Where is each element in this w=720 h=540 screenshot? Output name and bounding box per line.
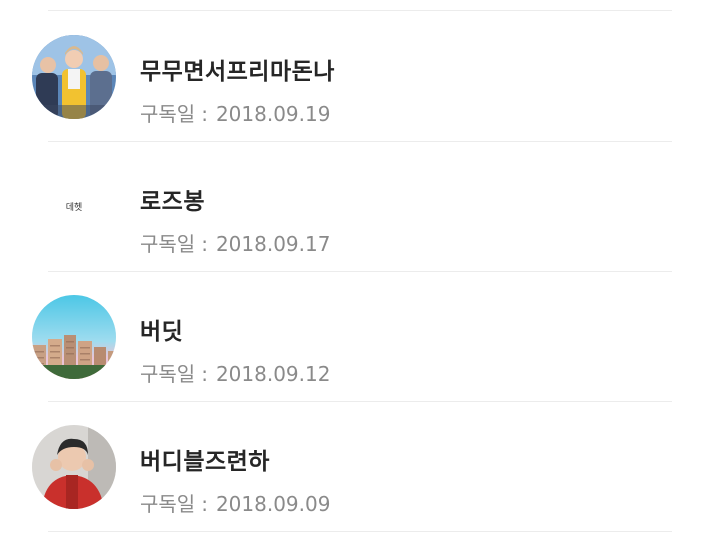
date-separator: : [201, 492, 208, 516]
band-photo-avatar-icon[interactable] [32, 35, 116, 119]
subscription-name[interactable]: 버디블즈련하 [140, 442, 270, 476]
subscription-name[interactable]: 무무면서프리마돈나 [140, 52, 335, 86]
date-separator: : [201, 362, 208, 386]
date-value: 2018.09.09 [215, 492, 331, 516]
subscription-date: 구독일:2018.09.12 [140, 358, 330, 387]
subscription-item[interactable]: 데헷 로즈봉 구독일:2018.09.17 [0, 142, 720, 272]
subscription-list: 무무면서프리마돈나 구독일:2018.09.19 데헷 로즈봉 구독일:2018… [0, 0, 720, 540]
date-separator: : [201, 102, 208, 126]
list-divider [48, 531, 672, 532]
list-divider [48, 10, 672, 11]
date-label: 구독일 [140, 102, 196, 126]
subscription-item[interactable]: 버딧 구독일:2018.09.12 [0, 272, 720, 402]
date-label: 구독일 [140, 362, 196, 386]
subscription-name[interactable]: 버딧 [140, 312, 183, 346]
date-value: 2018.09.12 [215, 362, 331, 386]
subscription-date: 구독일:2018.09.17 [140, 228, 330, 257]
date-value: 2018.09.17 [215, 232, 331, 256]
date-label: 구독일 [140, 492, 196, 516]
avatar-handwriting: 데헷 [66, 201, 83, 213]
date-value: 2018.09.19 [215, 102, 331, 126]
subscription-item[interactable]: 무무면서프리마돈나 구독일:2018.09.19 [0, 12, 720, 142]
subscription-name[interactable]: 로즈봉 [140, 182, 205, 216]
handwritten-text-avatar-icon[interactable]: 데헷 [32, 165, 116, 249]
date-label: 구독일 [140, 232, 196, 256]
subscription-item[interactable]: 버디블즈련하 구독일:2018.09.09 [0, 402, 720, 532]
subscription-date: 구독일:2018.09.09 [140, 488, 330, 517]
subscription-date: 구독일:2018.09.19 [140, 98, 330, 127]
date-separator: : [201, 232, 208, 256]
apartment-sky-avatar-icon[interactable] [32, 295, 116, 379]
person-photo-avatar-icon[interactable] [32, 425, 116, 509]
